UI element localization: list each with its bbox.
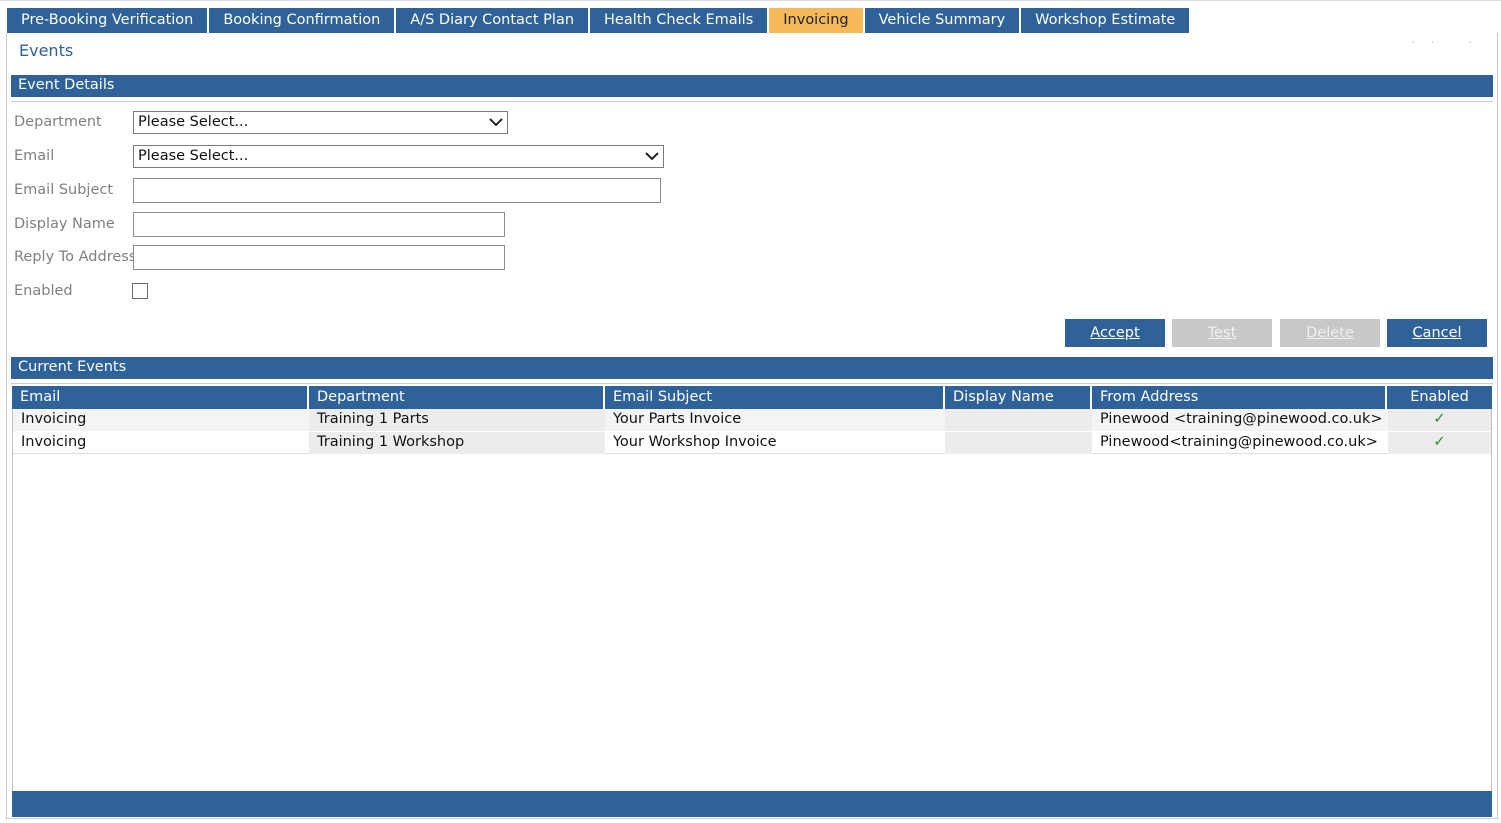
page-title: Events <box>19 41 74 60</box>
tab-as-diary-contact-plan[interactable]: A/S Diary Contact Plan <box>396 8 589 34</box>
tab-health-check-emails[interactable]: Health Check Emails <box>590 8 768 34</box>
event-details-header: Event Details <box>11 75 1493 97</box>
cell-display-name <box>945 432 1092 454</box>
reply-to-label: Reply To Address <box>14 249 137 265</box>
email-select-value: Please Select... <box>138 148 249 164</box>
top-border <box>0 0 1501 1</box>
column-header-email-subject[interactable]: Email Subject <box>605 386 945 409</box>
column-header-department[interactable]: Department <box>309 386 605 409</box>
column-header-from-address[interactable]: From Address <box>1092 386 1387 409</box>
current-events-header: Current Events <box>11 357 1493 379</box>
check-icon: ✓ <box>1388 432 1491 454</box>
cell-from-address: Pinewood <training@pinewood.co.uk> <box>1092 409 1388 431</box>
table-row[interactable]: Invoicing Training 1 Parts Your Parts In… <box>13 409 1491 431</box>
department-select[interactable]: Please Select... <box>133 111 508 134</box>
chevron-down-icon <box>645 152 659 161</box>
cell-from-address: Pinewood<training@pinewood.co.uk> <box>1100 434 1378 450</box>
tab-pre-booking-verification[interactable]: Pre-Booking Verification <box>7 8 208 34</box>
cell-email-subject: Your Workshop Invoice <box>613 434 777 450</box>
reply-to-input[interactable] <box>133 245 505 270</box>
cell-department: Training 1 Workshop <box>309 432 605 454</box>
tab-invoicing[interactable]: Invoicing <box>769 8 863 34</box>
email-subject-input[interactable] <box>133 178 661 203</box>
accept-button[interactable]: Accept <box>1065 319 1165 347</box>
email-subject-label: Email Subject <box>14 182 114 198</box>
cell-display-name <box>945 409 1092 431</box>
display-name-label: Display Name <box>14 216 115 232</box>
enabled-label: Enabled <box>14 283 73 299</box>
email-select[interactable]: Please Select... <box>133 145 664 168</box>
tab-bar: Pre-Booking Verification Booking Confirm… <box>7 8 1191 34</box>
grid-header: Email Department Email Subject Display N… <box>12 386 1492 409</box>
grid-footer-bar <box>12 791 1492 817</box>
column-header-enabled[interactable]: Enabled <box>1387 386 1492 409</box>
department-select-value: Please Select... <box>138 114 249 130</box>
cell-department: Training 1 Parts <box>309 409 605 431</box>
cell-email: Invoicing <box>13 409 309 431</box>
corner-decoration: ·· · <box>1412 38 1488 48</box>
column-header-display-name[interactable]: Display Name <box>945 386 1092 409</box>
tab-vehicle-summary[interactable]: Vehicle Summary <box>864 8 1020 34</box>
email-label: Email <box>14 148 55 164</box>
check-icon: ✓ <box>1388 409 1491 431</box>
enabled-checkbox[interactable] <box>132 283 148 299</box>
test-button[interactable]: Test <box>1172 319 1272 347</box>
cell-email-subject: Your Parts Invoice <box>605 409 945 431</box>
divider <box>11 383 1493 384</box>
department-label: Department <box>14 114 102 130</box>
chevron-down-icon <box>489 118 503 127</box>
delete-button[interactable]: Delete <box>1280 319 1380 347</box>
divider <box>11 101 1493 102</box>
tab-booking-confirmation[interactable]: Booking Confirmation <box>209 8 395 34</box>
tab-workshop-estimate[interactable]: Workshop Estimate <box>1021 8 1190 34</box>
table-row[interactable]: Invoicing Training 1 Workshop Your Works… <box>13 432 1491 454</box>
display-name-input[interactable] <box>133 212 505 237</box>
cell-email: Invoicing <box>21 434 87 450</box>
column-header-email[interactable]: Email <box>12 386 309 409</box>
cancel-button[interactable]: Cancel <box>1387 319 1487 347</box>
